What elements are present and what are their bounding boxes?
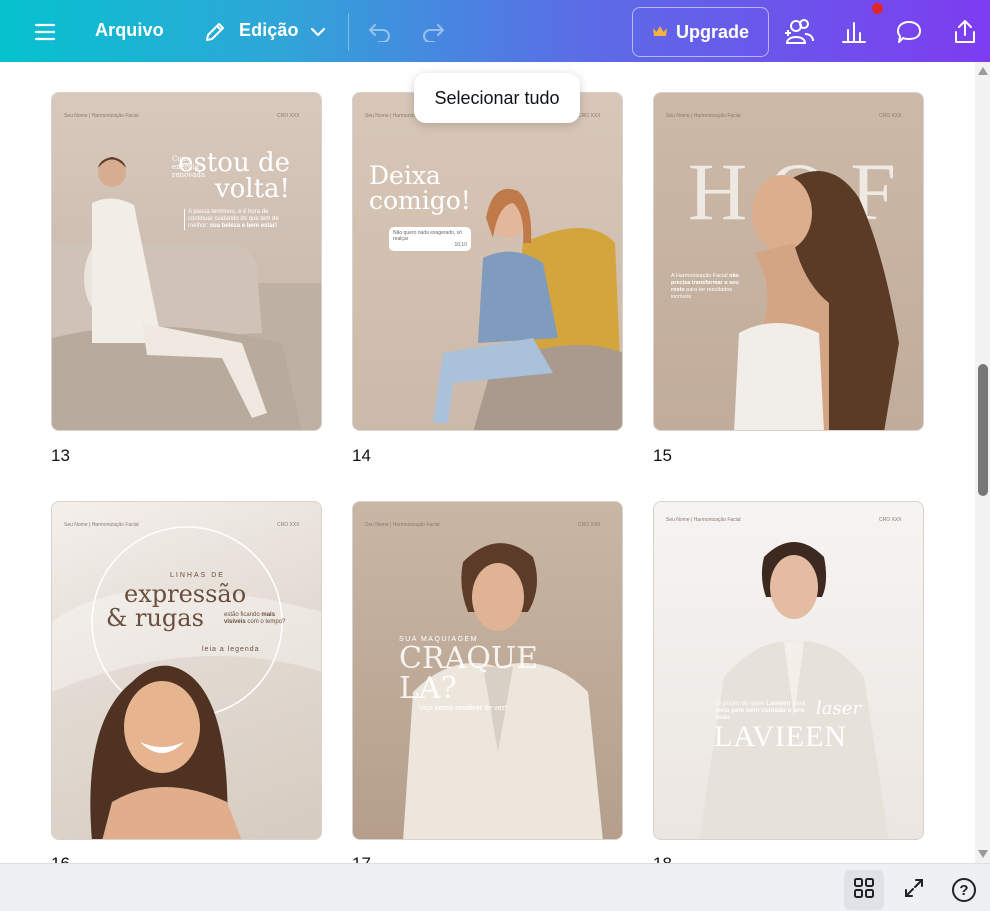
scroll-up-arrow-icon[interactable] bbox=[978, 67, 988, 75]
crown-icon bbox=[652, 22, 668, 43]
bottom-toolbar: ? bbox=[0, 863, 990, 911]
page-headline: CRAQUELA? bbox=[399, 641, 538, 706]
fullscreen-icon bbox=[903, 877, 925, 904]
select-all-tooltip[interactable]: Selecionar tudo bbox=[414, 73, 580, 123]
page-side-text: com o tempo? bbox=[247, 619, 286, 625]
page-number: 13 bbox=[51, 446, 70, 465]
page-cro: CRO XXX bbox=[277, 522, 300, 528]
page-body: de vez! bbox=[484, 705, 507, 712]
page-brand: Seu Nome | Harmonização Facial bbox=[64, 113, 139, 119]
vertical-scrollbar[interactable] bbox=[975, 62, 990, 863]
pencil-icon[interactable] bbox=[202, 19, 228, 45]
page-brand: Seu Nome | Harmonização Facial bbox=[666, 517, 741, 523]
page-side-text: estão ficando bbox=[224, 612, 260, 618]
page-body: O poder do laser bbox=[716, 700, 765, 707]
page-thumbnail[interactable]: HOF Seu Nome | Harmonização Facial CRO X… bbox=[653, 92, 924, 431]
hamburger-icon[interactable] bbox=[32, 19, 58, 45]
page-thumbnail[interactable]: Seu Nome | Harmonização Facial CRO XXX L… bbox=[51, 501, 322, 840]
page-thumbnail[interactable]: Seu Nome | Harmonização Facial CRO XXX O… bbox=[653, 501, 924, 840]
page-thumbnail[interactable]: Seu Nome | Harmonização Facial CRO XXX D… bbox=[352, 92, 623, 431]
page-body-bold: como resolver bbox=[434, 705, 483, 712]
share-upload-icon[interactable] bbox=[950, 17, 980, 47]
page-cta: leia a legenda bbox=[202, 646, 260, 653]
page-headline: LAVIEEN bbox=[714, 720, 848, 753]
fullscreen-button[interactable] bbox=[894, 870, 934, 910]
photo-woman-white-blazer bbox=[699, 542, 889, 839]
page-body-bold: uma pele bem cuidada o ano todo bbox=[716, 707, 805, 721]
toolbar-divider bbox=[348, 13, 349, 51]
page-cro: CRO XXX bbox=[879, 113, 902, 119]
upgrade-button[interactable]: Upgrade bbox=[632, 7, 769, 57]
page-cro: CRO XXX bbox=[578, 113, 601, 119]
grid-view-button[interactable] bbox=[844, 870, 884, 910]
page-thumbnail[interactable]: Seu Nome | Harmonização Facial CRO XXX C… bbox=[51, 92, 322, 431]
insights-chart-icon[interactable] bbox=[839, 17, 869, 47]
page-number: 17 bbox=[352, 854, 371, 863]
page-brand: Seu Nome | Harmonização Facial bbox=[64, 522, 139, 528]
comment-icon[interactable] bbox=[894, 17, 924, 47]
help-icon: ? bbox=[952, 878, 976, 902]
photo-smiling-woman bbox=[52, 526, 321, 839]
chat-bubble-time: 10:10 bbox=[454, 242, 467, 248]
page-body-bold: sua beleza e bem estar! bbox=[209, 223, 278, 229]
page-brand: Seu Nome | Harmonização Facial bbox=[666, 113, 741, 119]
page-script: laser bbox=[816, 698, 861, 719]
page-number: 18 bbox=[653, 854, 672, 863]
undo-icon[interactable] bbox=[366, 19, 394, 45]
page-body: Veja bbox=[419, 705, 433, 712]
page-thumbnail[interactable]: Seu Nome | Harmonização Facial CRO XXX S… bbox=[352, 501, 623, 840]
photo-woman-looking-up bbox=[734, 171, 899, 430]
edit-menu-button[interactable]: Edição bbox=[239, 20, 299, 41]
page-number: 16 bbox=[51, 854, 70, 863]
page-cro: CRO XXX bbox=[578, 522, 601, 528]
notification-dot bbox=[872, 3, 883, 14]
scrollbar-thumb[interactable] bbox=[978, 364, 988, 496]
share-people-icon[interactable] bbox=[782, 15, 816, 49]
help-button[interactable]: ? bbox=[944, 870, 984, 910]
editor-toolbar: Arquivo Edição Upgrade bbox=[0, 0, 990, 62]
page-number: 15 bbox=[653, 446, 672, 465]
grid-view-icon bbox=[853, 877, 875, 904]
file-menu-button[interactable]: Arquivo bbox=[95, 20, 164, 41]
chat-bubble: Não quero nada exagerado, só realçar 10:… bbox=[389, 227, 471, 251]
page-headline: expressão bbox=[124, 580, 247, 608]
page-grid-view: Seu Nome | Harmonização Facial CRO XXX C… bbox=[0, 62, 975, 863]
page-kicker: LINHAS DE bbox=[170, 572, 225, 579]
page-headline: estou de volta! bbox=[178, 148, 290, 204]
photo-woman-on-sofa bbox=[52, 157, 321, 430]
page-body-bold: Lavieen bbox=[766, 700, 791, 707]
redo-icon[interactable] bbox=[419, 19, 447, 45]
chat-bubble-text: Não quero nada exagerado, só realçar bbox=[393, 230, 462, 242]
page-cro: CRO XXX bbox=[879, 517, 902, 523]
page-headline: & rugas bbox=[106, 604, 204, 632]
scroll-down-arrow-icon[interactable] bbox=[978, 850, 988, 858]
chevron-down-icon[interactable] bbox=[308, 23, 328, 41]
page-cro: CRO XXX bbox=[277, 113, 300, 119]
page-brand: Seu Nome | Harmonização Facial bbox=[365, 522, 440, 528]
photo-woman-on-chair bbox=[433, 188, 622, 430]
page-body: A Harmonização Facial bbox=[671, 273, 728, 279]
page-headline: Deixa comigo! bbox=[369, 161, 471, 215]
page-body: para bbox=[792, 700, 806, 707]
upgrade-label: Upgrade bbox=[675, 21, 749, 42]
page-number: 14 bbox=[352, 446, 371, 465]
